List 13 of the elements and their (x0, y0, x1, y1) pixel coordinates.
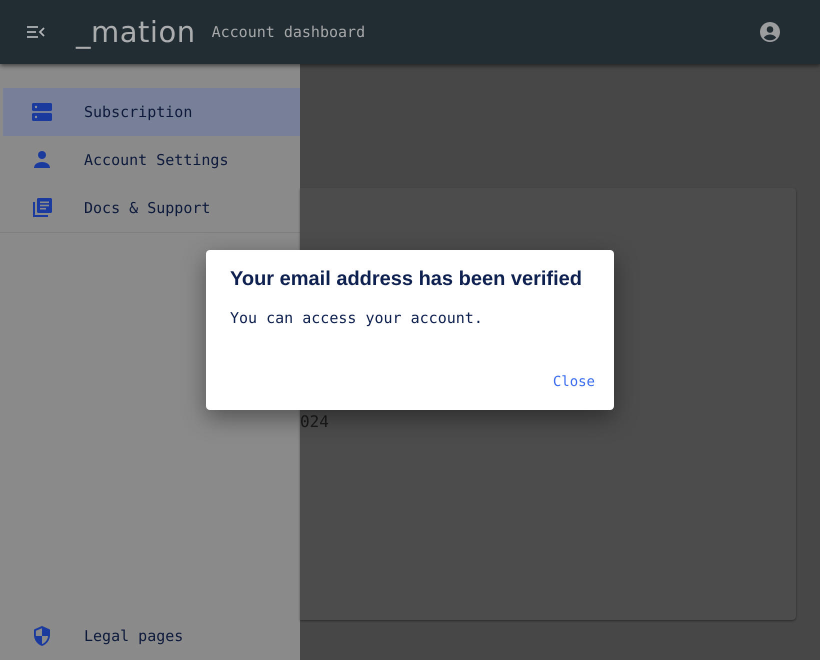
sidebar-item[interactable]: Account Settings (3, 136, 300, 184)
menu-collapse-icon[interactable] (26, 24, 46, 40)
document-stack-icon (30, 196, 54, 220)
dialog-message: You can access your account. (230, 309, 484, 327)
account-icon[interactable] (758, 20, 782, 44)
dialog-title: Your email address has been verified (230, 268, 583, 291)
close-button[interactable]: Close (552, 370, 595, 394)
page-title: Account dashboard (212, 23, 366, 41)
sidebar-item[interactable]: Docs & Support (3, 184, 300, 232)
sidebar-item[interactable]: Subscription (3, 88, 300, 136)
server-icon (30, 100, 54, 124)
sidebar-item[interactable]: Legal pages (3, 612, 300, 660)
logo: _mation (76, 18, 196, 46)
